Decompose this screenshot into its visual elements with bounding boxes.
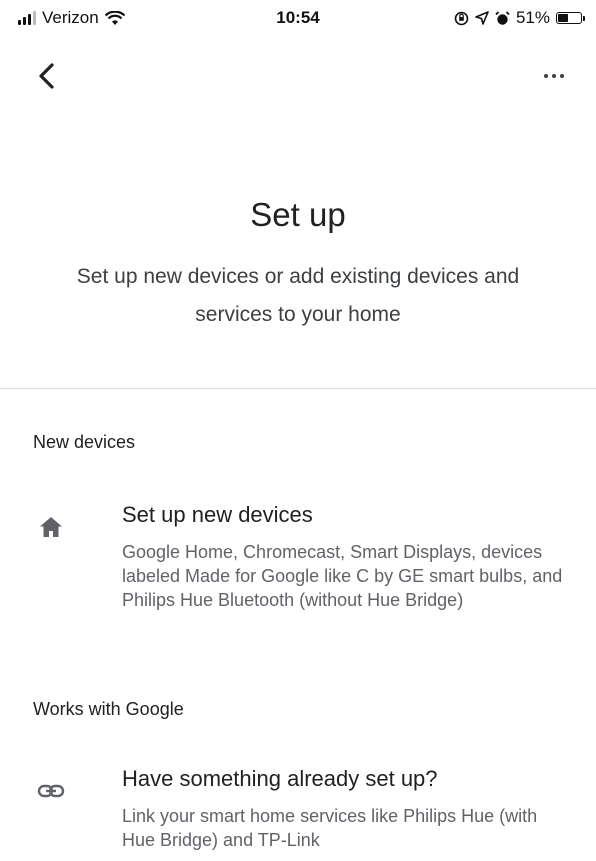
more-options-button[interactable]: [534, 60, 574, 92]
more-dot: [560, 74, 564, 78]
screen-rotation-lock-icon: [454, 11, 469, 25]
set-up-new-devices-item[interactable]: Set up new devices Google Home, Chromeca…: [0, 500, 596, 650]
page-subtitle: Set up new devices or add existing devic…: [76, 265, 520, 326]
item-description: Link your smart home services like Phili…: [122, 806, 538, 850]
chevron-left-icon: [39, 63, 54, 89]
top-app-bar: [0, 44, 596, 108]
section-header-works-with-google: Works with Google: [33, 699, 184, 719]
item-title: Have something already set up?: [122, 766, 438, 791]
alarm-icon: [495, 10, 510, 25]
link-existing-services-item[interactable]: Have something already set up? Link your…: [0, 764, 596, 861]
battery-fill: [558, 14, 568, 22]
divider: [0, 388, 596, 389]
battery-percent: 51%: [515, 8, 550, 27]
back-button[interactable]: [30, 58, 66, 94]
more-dots-icon: [544, 74, 548, 78]
location-arrow-icon: [475, 11, 489, 25]
link-icon: [37, 784, 65, 798]
home-icon: [40, 517, 62, 537]
status-bar: Verizon 10:54 51%: [0, 0, 596, 44]
page-title: Set up: [250, 196, 346, 233]
item-title: Set up new devices: [122, 502, 313, 527]
more-dot: [552, 74, 556, 78]
battery-icon: [556, 12, 585, 24]
item-description: Google Home, Chromecast, Smart Displays,…: [122, 542, 563, 610]
status-right: 51%: [454, 8, 585, 28]
section-header-new-devices: New devices: [33, 432, 136, 452]
